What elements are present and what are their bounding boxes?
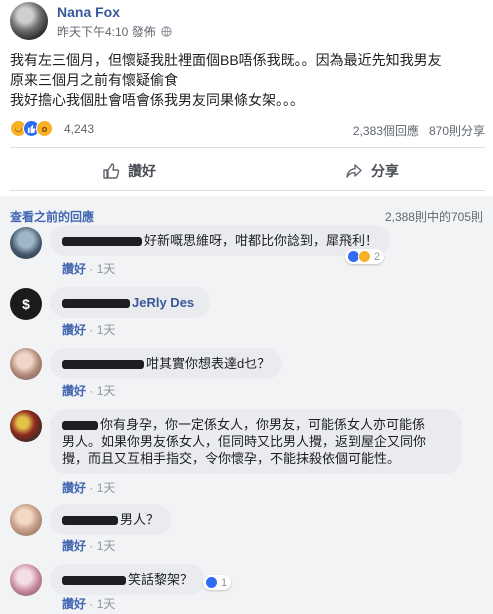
comment-reaction-count: 1 bbox=[221, 576, 228, 589]
post-meta-text: 昨天下午4:10 發佈 bbox=[57, 25, 156, 39]
comments-section: 查看之前的回應 2,388則中的705則 好新嘅思維呀，咁都比你諗到，犀飛利！ … bbox=[0, 196, 493, 614]
comment-bubble: 男人？ bbox=[50, 504, 172, 535]
comment-actions: 讚好 · 1天 bbox=[62, 384, 116, 398]
comment-bubble: 笑話黎架？ bbox=[50, 564, 206, 595]
comment-text: 笑話黎架？ bbox=[128, 572, 194, 587]
commenter-avatar[interactable] bbox=[10, 227, 42, 259]
view-earlier-comments-link[interactable]: 查看之前的回應 bbox=[10, 208, 94, 225]
reactions-row: ◡ o 4,243 2,383個回應 870則分享 bbox=[10, 120, 485, 138]
like-label: 讚好 bbox=[128, 163, 156, 179]
comment-like-link[interactable]: 讚好 bbox=[62, 481, 86, 495]
post-counts: 2,383個回應 870則分享 bbox=[353, 122, 485, 139]
share-count[interactable]: 870則分享 bbox=[429, 124, 485, 138]
haha-reaction-icon bbox=[358, 250, 371, 263]
commenter-name[interactable]: JeRly Des bbox=[132, 295, 194, 310]
divider bbox=[10, 147, 485, 148]
comment-text: 好新嘅思維呀，咁都比你諗到，犀飛利！ bbox=[144, 233, 379, 248]
comment-like-link[interactable]: 讚好 bbox=[62, 597, 86, 611]
redacted-name bbox=[62, 360, 144, 370]
divider bbox=[10, 190, 485, 191]
comment-reactions[interactable]: 1 bbox=[203, 575, 232, 590]
redacted-name bbox=[62, 516, 118, 526]
like-reaction-icon bbox=[205, 576, 218, 589]
comment-text: 男人？ bbox=[120, 512, 160, 527]
comment-reactions[interactable]: 2 bbox=[345, 249, 385, 264]
redacted-name bbox=[62, 576, 126, 586]
comment-line: 男人。如果你男友係女人，佢同時又比男人攪，返到屋企又同你 bbox=[62, 434, 427, 449]
comment-like-link[interactable]: 讚好 bbox=[62, 262, 86, 276]
comments-shown-count: 2,388則中的705則 bbox=[384, 210, 483, 224]
comment-line: 攪，而且又互相手指交，令你懷孕，不能抹殺依個可能性。 bbox=[62, 451, 401, 466]
commenter-avatar[interactable] bbox=[10, 410, 42, 442]
comment-time[interactable]: 1天 bbox=[97, 262, 116, 276]
comment-bubble: 你有身孕，你一定係女人，你男友，可能係女人亦可能係 男人。如果你男友係女人，佢同… bbox=[50, 409, 462, 474]
reaction-count[interactable]: 4,243 bbox=[64, 122, 94, 136]
comment-bubble: 咁其實你想表達d乜？ bbox=[50, 348, 283, 379]
comment-actions: 讚好 · 1天 bbox=[62, 481, 116, 495]
commenter-avatar[interactable] bbox=[10, 504, 42, 536]
comment-actions: 讚好 · 1天 bbox=[62, 262, 116, 276]
comment-bubble: 好新嘅思維呀，咁都比你諗到，犀飛利！ bbox=[50, 225, 391, 256]
reaction-icons[interactable]: ◡ o bbox=[10, 120, 53, 137]
post-body: 我有左三個月，但懷疑我肚裡面個BB唔係我既。。因為最近先知我男友 原来三個月之前… bbox=[10, 50, 485, 110]
commenter-avatar[interactable] bbox=[10, 564, 42, 596]
post-line: 我好擔心我個肚會唔會係我男友同果條女架。。。 bbox=[10, 92, 304, 108]
like-button[interactable]: 讚好 bbox=[102, 156, 156, 186]
share-label: 分享 bbox=[371, 163, 399, 179]
commenter-avatar[interactable] bbox=[10, 348, 42, 380]
comment-reaction-count: 2 bbox=[374, 250, 381, 263]
wow-reaction-icon: o bbox=[36, 120, 53, 137]
globe-icon bbox=[161, 26, 172, 37]
post-timestamp[interactable]: 昨天下午4:10 發佈 bbox=[57, 23, 172, 40]
post-line: 原来三個月之前有懷疑偷食 bbox=[10, 72, 178, 88]
comment-time[interactable]: 1天 bbox=[97, 597, 116, 611]
comment-time[interactable]: 1天 bbox=[97, 539, 116, 553]
author-avatar[interactable] bbox=[10, 2, 48, 40]
action-bar: 讚好 分享 bbox=[10, 156, 485, 186]
post-line: 我有左三個月，但懷疑我肚裡面個BB唔係我既。。因為最近先知我男友 bbox=[10, 52, 442, 68]
comment-actions: 讚好 · 1天 bbox=[62, 323, 116, 337]
redacted-name bbox=[62, 299, 130, 309]
redacted-name bbox=[62, 421, 98, 431]
comment-time[interactable]: 1天 bbox=[97, 384, 116, 398]
comment-text: 你有身孕，你一定係女人，你男友，可能係女人亦可能係 bbox=[100, 417, 426, 432]
comment-bubble: JeRly Des bbox=[50, 287, 211, 318]
post-header: Nana Fox 昨天下午4:10 發佈 bbox=[10, 2, 480, 40]
comment-text: 咁其實你想表達d乜？ bbox=[146, 356, 271, 371]
comment-actions: 讚好 · 1天 bbox=[62, 597, 116, 611]
comment-like-link[interactable]: 讚好 bbox=[62, 323, 86, 337]
comment-like-link[interactable]: 讚好 bbox=[62, 384, 86, 398]
comment-actions: 讚好 · 1天 bbox=[62, 539, 116, 553]
thumbs-up-icon bbox=[103, 163, 120, 179]
comment-time[interactable]: 1天 bbox=[97, 323, 116, 337]
redacted-name bbox=[62, 237, 142, 247]
comment-count[interactable]: 2,383個回應 bbox=[353, 124, 419, 138]
share-button[interactable]: 分享 bbox=[345, 156, 399, 186]
share-arrow-icon bbox=[346, 164, 362, 178]
comment-like-link[interactable]: 讚好 bbox=[62, 539, 86, 553]
comment-time[interactable]: 1天 bbox=[97, 481, 116, 495]
comment-line: 你有身孕，你一定係女人，你男友，可能係女人亦可能係 bbox=[62, 416, 450, 433]
commenter-avatar[interactable]: $ bbox=[10, 288, 42, 320]
author-name[interactable]: Nana Fox bbox=[57, 4, 120, 20]
